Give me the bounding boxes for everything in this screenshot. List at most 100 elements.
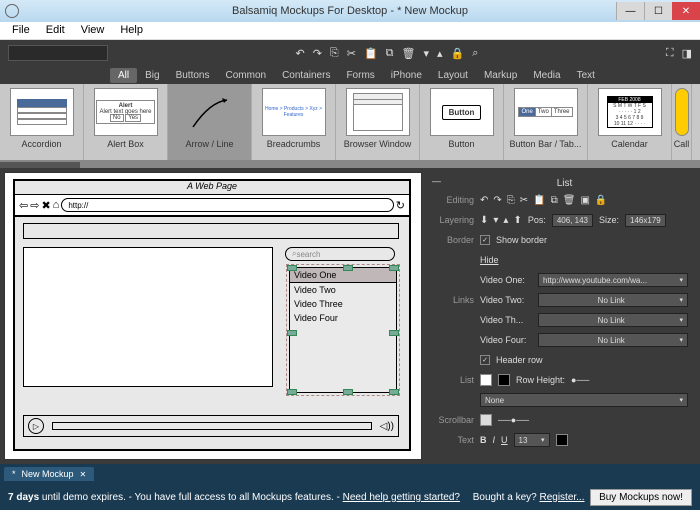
mockup-rectangle-1[interactable] (23, 223, 399, 239)
tab-strip: * New Mockup✕ (0, 464, 700, 484)
lib-button[interactable]: ButtonButton (420, 84, 504, 160)
alt-row-dropdown[interactable]: None (480, 393, 688, 407)
canvas[interactable]: A Web Page ⇦ ⇨ ✖ ⌂ http:// ↻ ⌕ search Vi… (4, 172, 422, 460)
redo-icon[interactable]: ↷ (493, 195, 501, 206)
italic-button[interactable]: I (493, 435, 496, 445)
front-icon[interactable]: ⬆ (513, 215, 521, 226)
close-tab-icon[interactable]: ✕ (80, 470, 87, 479)
menu-file[interactable]: File (4, 22, 38, 39)
menu-help[interactable]: Help (112, 22, 151, 39)
buy-button[interactable]: Buy Mockups now! (590, 489, 692, 506)
help-link[interactable]: Need help getting started? (343, 492, 460, 503)
link-dropdown-4[interactable]: No Link (538, 333, 688, 347)
cat-layout[interactable]: Layout (430, 68, 476, 83)
link-dropdown-2[interactable]: No Link (538, 293, 688, 307)
group-icon[interactable]: ▣ (580, 195, 589, 206)
forward-icon[interactable]: ▴ (503, 215, 508, 226)
scrollbar-toggle[interactable] (480, 414, 492, 426)
copy-icon[interactable]: ⎘ (507, 195, 515, 206)
copy-icon[interactable]: ⎘ (330, 47, 339, 60)
font-size-dropdown[interactable]: 13 (514, 433, 550, 447)
bring-front-icon[interactable]: ▴ (437, 47, 443, 60)
row-height-slider[interactable]: ●── (571, 375, 589, 385)
position-field[interactable]: 406, 143 (552, 214, 593, 227)
lib-arrow[interactable]: Arrow / Line (168, 84, 252, 160)
paste-icon[interactable]: 📋 (364, 47, 378, 60)
fg-swatch[interactable] (498, 374, 510, 386)
link-dropdown-3[interactable]: No Link (538, 313, 688, 327)
send-back-icon[interactable]: ▾ (423, 47, 429, 60)
cat-text[interactable]: Text (569, 68, 603, 83)
minimize-button[interactable]: — (616, 2, 644, 20)
menu-edit[interactable]: Edit (38, 22, 73, 39)
redo-icon[interactable]: ↷ (313, 47, 322, 60)
delete-icon[interactable]: 🗑 (402, 47, 416, 60)
menu-bar: File Edit View Help (0, 22, 700, 40)
cat-forms[interactable]: Forms (338, 68, 382, 83)
zoom-icon[interactable]: ⌕ (472, 47, 478, 60)
mockup-list-widget[interactable]: Video One Video Two Video Three Video Fo… (289, 267, 397, 393)
cat-common[interactable]: Common (218, 68, 275, 83)
cut-icon[interactable]: ✂ (347, 47, 356, 60)
fullscreen-icon[interactable]: ⛶ (666, 47, 674, 60)
lock-icon[interactable]: 🔒 (595, 195, 607, 206)
lib-accordion[interactable]: Accordion (0, 84, 84, 160)
pos-label: Pos: (528, 215, 546, 225)
app-icon (5, 4, 19, 18)
quick-add-input[interactable] (8, 45, 108, 61)
size-field[interactable]: 146x179 (625, 214, 666, 227)
close-button[interactable]: ✕ (672, 2, 700, 20)
lib-call[interactable]: Call (672, 84, 692, 160)
lib-alertbox[interactable]: AlertAlert text goes hereNo YesAlert Box (84, 84, 168, 160)
lib-buttonbar[interactable]: OneTwoThreeButton Bar / Tab... (504, 84, 588, 160)
cut-icon[interactable]: ✂ (520, 195, 528, 206)
mockup-player-bar[interactable]: ▷ ◁)) (23, 415, 399, 437)
cat-buttons[interactable]: Buttons (168, 68, 218, 83)
underline-button[interactable]: U (501, 435, 508, 445)
register-link[interactable]: Register... (539, 492, 584, 503)
status-bar: 7 days until demo expires. - You have fu… (0, 484, 700, 510)
bold-button[interactable]: B (480, 435, 487, 445)
document-tab[interactable]: * New Mockup✕ (4, 467, 94, 481)
days-left: 7 days (8, 492, 39, 503)
inspector-title: List (555, 176, 575, 191)
cat-big[interactable]: Big (137, 68, 167, 83)
window-titlebar: Balsamiq Mockups For Desktop - * New Moc… (0, 0, 700, 22)
header-row-checkbox[interactable]: ✓ (480, 355, 490, 365)
back-icon[interactable]: ⬇ (480, 215, 488, 226)
duplicate-icon[interactable]: ⧉ (386, 47, 394, 60)
lock-icon[interactable]: 🔒 (451, 47, 465, 60)
mockup-search[interactable]: ⌕ search (285, 247, 395, 261)
maximize-button[interactable]: ☐ (644, 2, 672, 20)
link-dropdown-1[interactable]: http://www.youtube.com/wa... (538, 273, 688, 287)
bg-swatch[interactable] (480, 374, 492, 386)
url-bar: http:// (61, 198, 393, 212)
scrollbar-slider[interactable]: ──●── (498, 415, 529, 425)
list-item: Video Two (290, 283, 396, 297)
inspector-panel: —List Editing ↶↷ ⎘✂ 📋⧉ 🗑▣ 🔒 Layering ⬇▾▴… (426, 172, 694, 460)
undo-icon[interactable]: ↶ (295, 47, 304, 60)
cat-media[interactable]: Media (525, 68, 568, 83)
mockup-rectangle-2[interactable] (23, 247, 273, 387)
menu-view[interactable]: View (73, 22, 113, 39)
toggle-panel-icon[interactable]: ◨ (682, 47, 692, 60)
paste-icon[interactable]: 📋 (533, 195, 545, 206)
hide-link[interactable]: Hide (480, 255, 499, 265)
cat-iphone[interactable]: iPhone (383, 68, 430, 83)
scrub-bar (52, 422, 372, 430)
lib-browser[interactable]: Browser Window (336, 84, 420, 160)
backward-icon[interactable]: ▾ (493, 215, 498, 226)
undo-icon[interactable]: ↶ (480, 195, 488, 206)
lib-breadcrumbs[interactable]: Home > Products > Xyz > FeaturesBreadcru… (252, 84, 336, 160)
text-color-swatch[interactable] (556, 434, 568, 446)
border-checkbox[interactable]: ✓ (480, 235, 490, 245)
toolbar: ↶ ↷ ⎘ ✂ 📋 ⧉ 🗑 ▾ ▴ 🔒 ⌕ ⛶ ◨ (0, 40, 700, 66)
delete-icon[interactable]: 🗑 (563, 195, 576, 206)
collapse-icon[interactable]: — (432, 176, 441, 191)
duplicate-icon[interactable]: ⧉ (551, 195, 558, 206)
cat-markup[interactable]: Markup (476, 68, 525, 83)
cat-all[interactable]: All (110, 68, 137, 83)
lib-calendar[interactable]: FEB 2008S M T W T F S· · · · · 1 23 4 5 … (588, 84, 672, 160)
cat-containers[interactable]: Containers (274, 68, 338, 83)
mockup-browser[interactable]: A Web Page ⇦ ⇨ ✖ ⌂ http:// ↻ ⌕ search Vi… (13, 179, 411, 451)
